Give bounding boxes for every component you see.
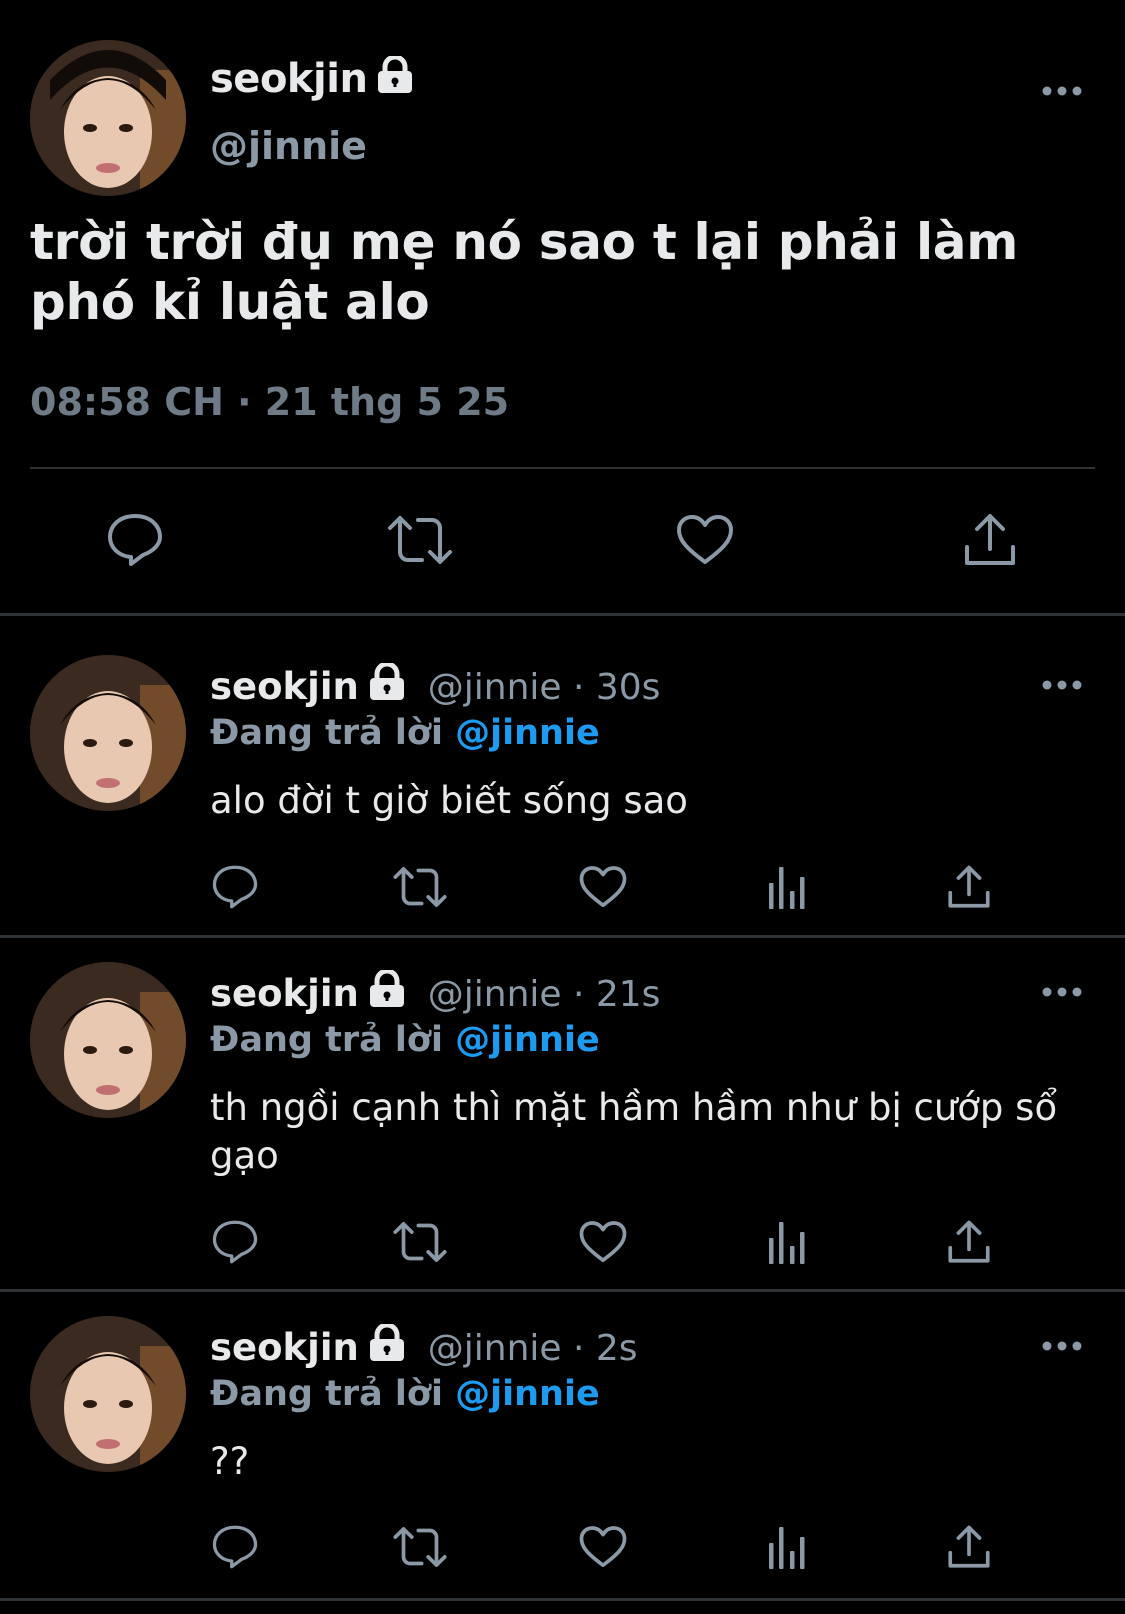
like-icon[interactable] [578,1522,628,1572]
tweet-text: trời trời đụ mẹ nó sao t lại phải làm ph… [30,213,1019,331]
replying-to: Đang trả lời @jinnie [210,713,600,753]
reply-text: alo đời t giờ biết sống sao [210,779,688,822]
retweet-icon[interactable] [380,510,460,570]
reply-icon[interactable] [210,1522,260,1572]
tweet-timestamp[interactable]: 08:58 CH · 21 thg 5 25 [30,380,509,424]
avatar[interactable] [30,655,186,811]
divider [30,467,1095,469]
retweet-icon[interactable] [390,1217,450,1267]
analytics-icon[interactable] [765,862,809,912]
reply-icon[interactable] [210,1217,260,1267]
avatar[interactable] [30,40,186,196]
avatar[interactable] [30,1316,186,1472]
more-options-icon[interactable] [1042,676,1082,695]
retweet-icon[interactable] [390,862,450,912]
share-icon[interactable] [955,510,1025,570]
avatar[interactable] [30,962,186,1118]
reply-display-name[interactable]: seokjin @jinnie · 30s [210,661,661,710]
reply-icon[interactable] [100,510,170,570]
mention-link[interactable]: @jinnie [455,1374,600,1414]
more-options-icon[interactable] [1042,983,1082,1002]
section-divider [0,613,1125,616]
like-icon[interactable] [670,510,740,570]
reply-text: ?? [210,1440,250,1483]
reply-handle-time[interactable]: @jinnie · 21s [428,974,661,1015]
reply-handle-time[interactable]: @jinnie · 30s [428,667,661,708]
reply-display-name[interactable]: seokjin @jinnie · 21s [210,968,661,1017]
share-icon[interactable] [944,1522,994,1572]
reply-handle-time[interactable]: @jinnie · 2s [428,1328,638,1369]
reply-icon[interactable] [210,862,260,912]
reply-text: th ngồi cạnh thì mặt hầm hầm như bị cướp… [210,1086,1058,1177]
more-options-icon[interactable] [1042,1337,1082,1356]
replying-to: Đang trả lời @jinnie [210,1020,600,1060]
section-divider [0,1598,1125,1601]
share-icon[interactable] [944,862,994,912]
lock-icon [367,968,407,1017]
display-name[interactable]: seokjin [210,54,415,104]
handle[interactable]: @jinnie [210,124,367,168]
analytics-icon[interactable] [765,1522,809,1572]
lock-icon [367,661,407,710]
analytics-icon[interactable] [765,1217,809,1267]
lock-icon [367,1322,407,1371]
reply-display-name[interactable]: seokjin @jinnie · 2s [210,1322,638,1371]
replying-to: Đang trả lời @jinnie [210,1374,600,1414]
section-divider [0,935,1125,938]
like-icon[interactable] [578,1217,628,1267]
retweet-icon[interactable] [390,1522,450,1572]
section-divider [0,1289,1125,1292]
mention-link[interactable]: @jinnie [455,713,600,753]
lock-icon [375,54,415,104]
like-icon[interactable] [578,862,628,912]
more-options-icon[interactable] [1042,82,1082,101]
mention-link[interactable]: @jinnie [455,1020,600,1060]
share-icon[interactable] [944,1217,994,1267]
